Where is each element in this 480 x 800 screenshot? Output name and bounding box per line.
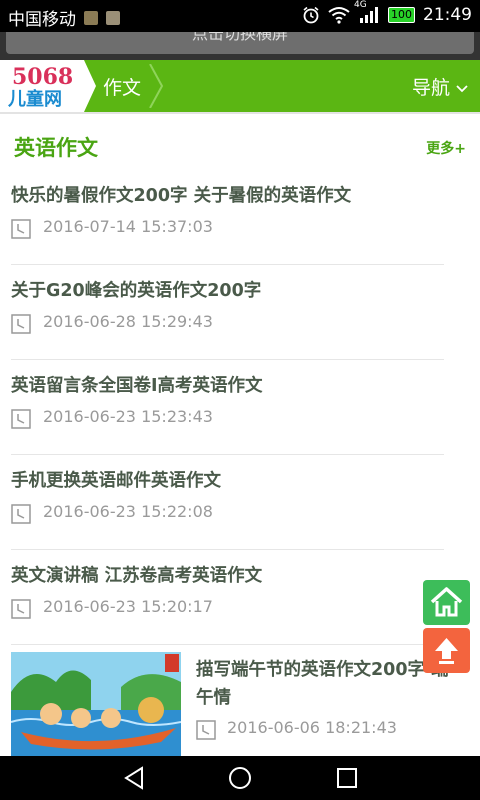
clock-icon xyxy=(11,219,31,239)
app-notification-icon xyxy=(84,10,98,25)
featured-article[interactable]: 描写端午节的英语作文200字 端午情 2016-06-06 18:21:43 xyxy=(11,652,471,756)
nav-menu-label: 导航 xyxy=(411,77,450,99)
article-title[interactable]: 英语留言条全国卷I高考英语作文 xyxy=(11,372,263,397)
battery-indicator: 100 xyxy=(388,7,415,23)
article-title[interactable]: 手机更换英语邮件英语作文 xyxy=(11,467,221,492)
article-item[interactable]: 手机更换英语邮件英语作文 2016-06-23 15:22:08 xyxy=(11,455,444,550)
home-icon xyxy=(430,587,463,617)
clock-time: 21:49 xyxy=(423,5,472,25)
article-date: 2016-07-14 15:37:03 xyxy=(43,217,213,236)
article-date: 2016-06-23 15:22:08 xyxy=(43,502,213,521)
section-header: 英语作文 更多+ xyxy=(0,112,480,172)
clock-icon xyxy=(11,504,31,524)
nav-menu-button[interactable]: 导航 xyxy=(412,73,468,100)
breadcrumb-arrow xyxy=(84,60,96,112)
carrier-label: 中国移动 xyxy=(8,10,76,30)
rotate-banner: 点击切换横屏 xyxy=(0,32,480,60)
article-date: 2016-06-23 15:20:17 xyxy=(43,597,213,616)
breadcrumb-separator-icon xyxy=(149,64,164,108)
article-date: 2016-06-28 15:29:43 xyxy=(43,312,213,331)
article-date: 2016-06-06 18:21:43 xyxy=(227,718,397,737)
article-title[interactable]: 英文演讲稿 江苏卷高考英语作文 xyxy=(11,562,262,587)
dragon-boat-thumbnail[interactable] xyxy=(11,652,181,756)
clock-icon xyxy=(11,599,31,619)
rotate-screen-label: 点击切换横屏 xyxy=(191,32,288,43)
back-to-top-button[interactable] xyxy=(423,628,470,673)
rotate-screen-button[interactable]: 点击切换横屏 xyxy=(6,32,474,54)
article-item[interactable]: 快乐的暑假作文200字 关于暑假的英语作文 2016-07-14 15:37:0… xyxy=(11,170,444,265)
status-bar: 中国移动 4G 100 21:49 xyxy=(0,0,480,32)
more-link[interactable]: 更多+ xyxy=(426,138,466,158)
status-left: 中国移动 xyxy=(8,5,120,30)
site-logo[interactable]: 5068 儿童网 xyxy=(0,60,84,112)
article-title[interactable]: 关于G20峰会的英语作文200字 xyxy=(11,277,261,302)
alarm-icon xyxy=(303,6,319,24)
signal-icon: 4G xyxy=(354,0,380,24)
home-button[interactable] xyxy=(423,580,470,625)
clock-icon xyxy=(11,409,31,429)
recent-square-icon[interactable] xyxy=(336,767,358,789)
article-item[interactable]: 英文演讲稿 江苏卷高考英语作文 2016-06-23 15:20:17 xyxy=(11,550,444,645)
system-nav-bar xyxy=(0,756,480,800)
top-nav-bar: 5068 儿童网 作文 导航 xyxy=(0,60,480,112)
image-notification-icon xyxy=(106,10,120,25)
arrow-up-icon xyxy=(435,638,458,664)
chevron-down-icon xyxy=(456,84,468,92)
article-item[interactable]: 关于G20峰会的英语作文200字 2016-06-28 15:29:43 xyxy=(11,265,444,360)
article-title[interactable]: 描写端午节的英语作文200字 端午情 xyxy=(196,656,461,712)
wifi-icon xyxy=(328,7,350,24)
clock-icon xyxy=(11,314,31,334)
logo-text: 儿童网 xyxy=(8,89,62,110)
section-title: 英语作文 xyxy=(14,136,98,160)
status-right: 4G 100 21:49 xyxy=(302,0,472,25)
home-circle-icon[interactable] xyxy=(228,766,252,790)
clock-icon xyxy=(196,720,216,740)
back-triangle-icon[interactable] xyxy=(122,766,146,790)
article-date: 2016-06-23 15:23:43 xyxy=(43,407,213,426)
article-item[interactable]: 英语留言条全国卷I高考英语作文 2016-06-23 15:23:43 xyxy=(11,360,444,455)
article-title[interactable]: 快乐的暑假作文200字 关于暑假的英语作文 xyxy=(11,182,351,207)
breadcrumb-category[interactable]: 作文 xyxy=(103,73,141,100)
